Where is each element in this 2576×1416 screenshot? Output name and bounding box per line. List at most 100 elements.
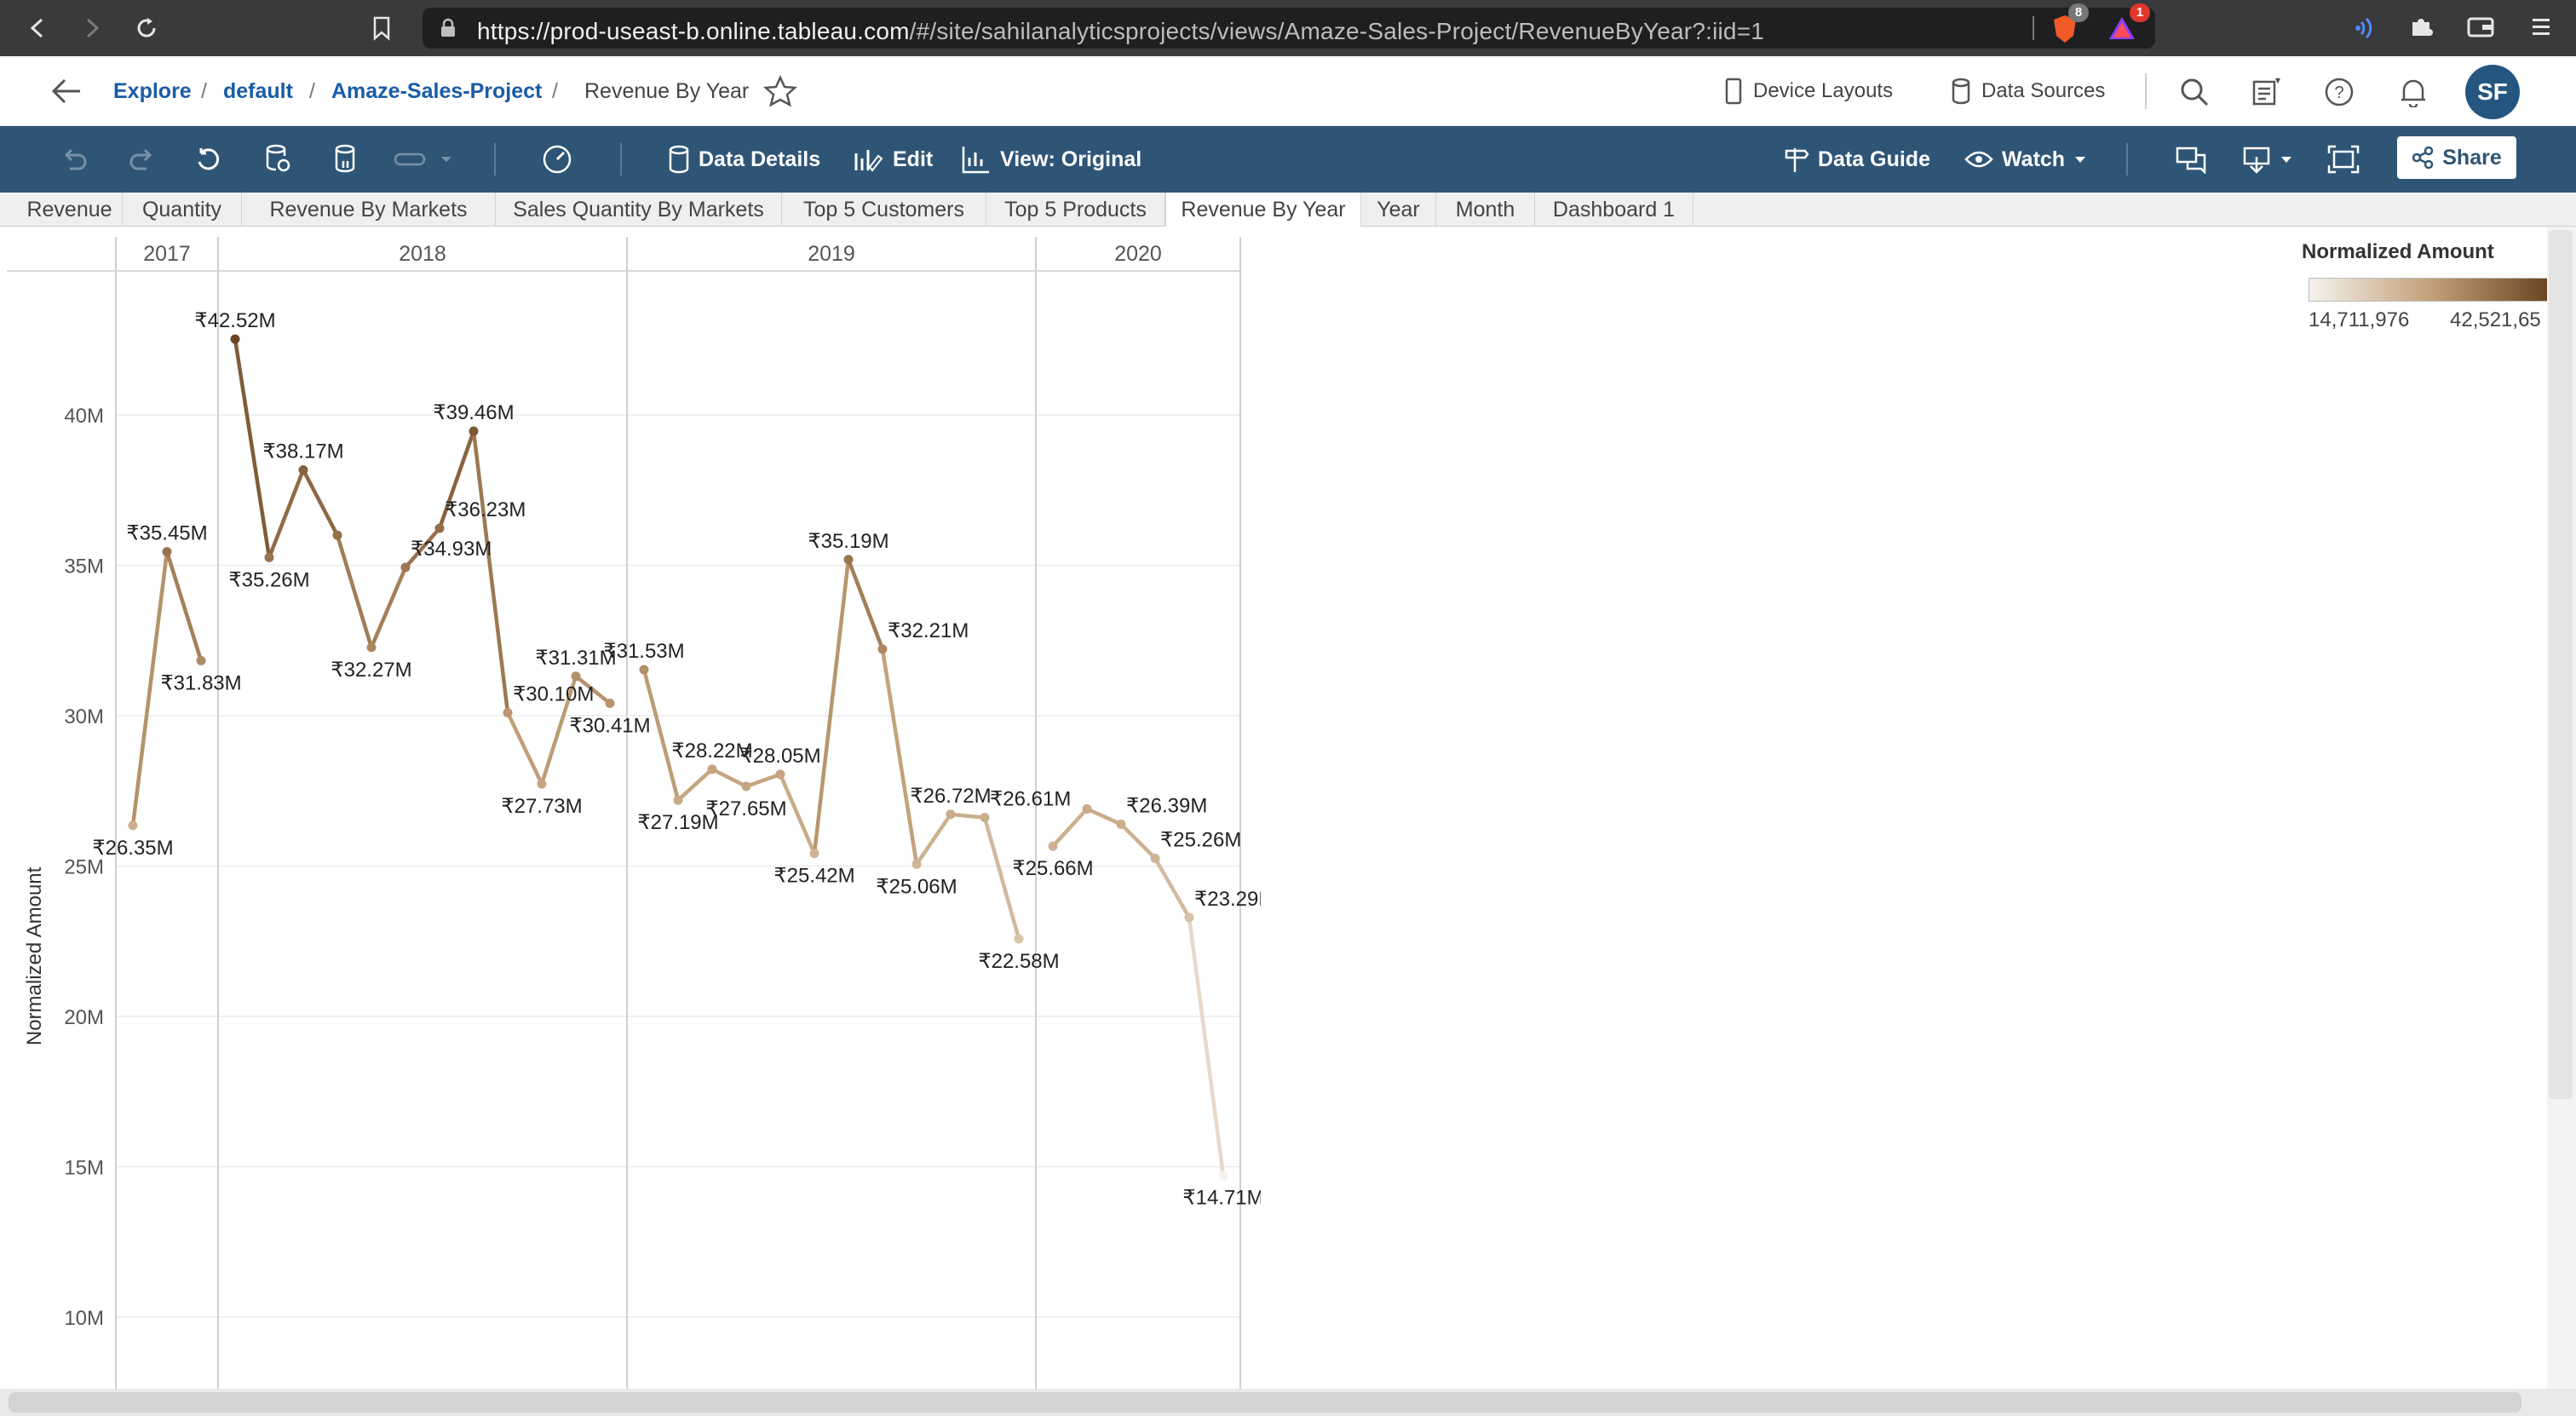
line-segment [744, 772, 783, 789]
tab-revenue-by-year[interactable]: Revenue By Year [1165, 193, 1361, 227]
signpost-icon [1785, 148, 1809, 172]
tab-revenue-by-markets[interactable]: Revenue By Markets [242, 193, 496, 227]
year-header-2017: 2017 [143, 242, 191, 266]
wallet-icon[interactable] [2467, 15, 2494, 43]
header-divider [2145, 73, 2147, 109]
full-screen-icon[interactable] [2327, 143, 2360, 176]
data-point [1218, 1171, 1228, 1181]
data-point [571, 671, 581, 682]
speech-icon[interactable] [2355, 15, 2380, 45]
bookmark-icon[interactable] [365, 11, 399, 45]
performance-icon[interactable] [542, 143, 572, 176]
view-original-button[interactable]: View: Original [961, 143, 1141, 176]
line-segment [1050, 807, 1090, 849]
revert-icon[interactable] [194, 143, 223, 176]
undo-icon[interactable] [60, 143, 89, 176]
data-point [469, 426, 479, 436]
breadcrumb-explore[interactable]: Explore [113, 79, 192, 104]
data-point [775, 769, 785, 780]
comments-icon[interactable] [2176, 143, 2208, 176]
data-point [264, 552, 274, 562]
y-tick-label: 35M [64, 555, 104, 578]
data-label: ₹32.27M [331, 659, 411, 682]
tab-dashboard-1[interactable]: Dashboard 1 [1535, 193, 1693, 227]
data-details-button[interactable]: Data Details [668, 143, 820, 176]
tab-year[interactable]: Year [1361, 193, 1436, 227]
rewards-count-badge: 1 [2130, 3, 2150, 22]
line-segment [676, 767, 715, 803]
data-point [366, 642, 377, 653]
data-point [332, 530, 342, 540]
forward-icon[interactable] [75, 11, 109, 45]
eye-icon [1964, 151, 1993, 168]
data-label: ₹35.19M [808, 530, 888, 553]
device-icon [1725, 78, 1742, 105]
line-segment [335, 532, 374, 650]
breadcrumb-project[interactable]: Amaze-Sales-Project [331, 79, 542, 104]
share-button[interactable]: Share [2397, 136, 2516, 179]
device-layouts-button[interactable]: Device Layouts [1724, 77, 1893, 106]
notes-icon[interactable] [2251, 77, 2281, 112]
tab-top-5-customers[interactable]: Top 5 Customers [782, 193, 986, 227]
data-label: ₹25.66M [1012, 857, 1093, 880]
data-point [1082, 803, 1092, 814]
back-arrow-icon[interactable] [49, 77, 83, 110]
url-text: https://prod-useast-b.online.tableau.com… [477, 18, 1765, 44]
watch-button[interactable]: Watch [1964, 143, 2087, 176]
share-label: Share [2442, 145, 2502, 170]
tab-quantity[interactable]: Quantity [123, 193, 242, 227]
menu-icon[interactable] [2530, 15, 2552, 43]
breadcrumb-separator: / [309, 79, 315, 103]
redo-icon[interactable] [128, 143, 157, 176]
viz-canvas: 10M 15M 20M 25M 30M 35M 40M Normalized Amount 20… [0, 227, 2547, 1389]
help-icon[interactable]: ? [2324, 77, 2355, 112]
edit-label: Edit [893, 147, 934, 171]
browser-toolbar: https://prod-useast-b.online.tableau.com… [0, 0, 2576, 56]
watch-label: Watch [2002, 147, 2066, 171]
reload-icon[interactable] [129, 11, 164, 45]
breadcrumb-default[interactable]: default [223, 79, 293, 104]
view-label: View: Original [1000, 147, 1142, 171]
edit-icon [854, 150, 883, 172]
line-segment [471, 429, 510, 715]
line-segment [1084, 807, 1124, 826]
download-button[interactable] [2242, 143, 2293, 176]
search-icon[interactable] [2179, 77, 2210, 112]
data-point [707, 764, 717, 774]
notification-bell-icon[interactable] [2399, 77, 2428, 112]
lock-icon [440, 18, 457, 43]
line-chart: 10M15M20M25M30M35M40MNormalized Amount20… [7, 237, 1261, 1389]
address-bar[interactable]: https://prod-useast-b.online.tableau.com… [423, 8, 2155, 49]
data-label: ₹30.41M [569, 715, 650, 738]
back-icon[interactable] [20, 11, 55, 45]
data-point [537, 779, 547, 789]
refresh-data-icon[interactable] [264, 143, 291, 176]
data-point [1048, 841, 1058, 851]
color-legend-ramp [2309, 278, 2550, 302]
tab-month[interactable]: Month [1436, 193, 1535, 227]
extensions-icon[interactable] [2407, 14, 2435, 45]
avatar[interactable]: SF [2465, 65, 2520, 119]
pause-updates-icon[interactable] [334, 143, 359, 176]
data-point [877, 644, 888, 654]
svg-text:?: ? [2334, 83, 2343, 102]
tab-sales-quantity-by-markets[interactable]: Sales Quantity By Markets [496, 193, 782, 227]
y-axis-title: Normalized Amount [23, 866, 46, 1045]
favorite-star-icon[interactable] [762, 74, 798, 112]
data-label: ₹42.52M [194, 309, 275, 332]
vertical-scrollbar-thumb[interactable] [2549, 230, 2573, 1099]
data-sources-button[interactable]: Data Sources [1951, 77, 2105, 106]
viz-toolbar: Data Details Edit View: Original Data Gu… [0, 126, 2576, 193]
tab-revenue[interactable]: Revenue [17, 193, 123, 227]
data-point [911, 859, 922, 869]
data-label: ₹31.83M [160, 671, 241, 694]
horizontal-scrollbar-thumb[interactable] [9, 1392, 2521, 1413]
replay-animation-icon[interactable] [394, 143, 453, 176]
share-url-icon[interactable] [2033, 16, 2034, 40]
line-segment [267, 468, 306, 560]
legend-max-label: 42,521,65 [2450, 308, 2541, 331]
breadcrumb-current: Revenue By Year [584, 79, 750, 103]
tab-top-5-products[interactable]: Top 5 Products [986, 193, 1165, 227]
data-guide-button[interactable]: Data Guide [1784, 143, 1930, 176]
edit-button[interactable]: Edit [854, 143, 933, 176]
